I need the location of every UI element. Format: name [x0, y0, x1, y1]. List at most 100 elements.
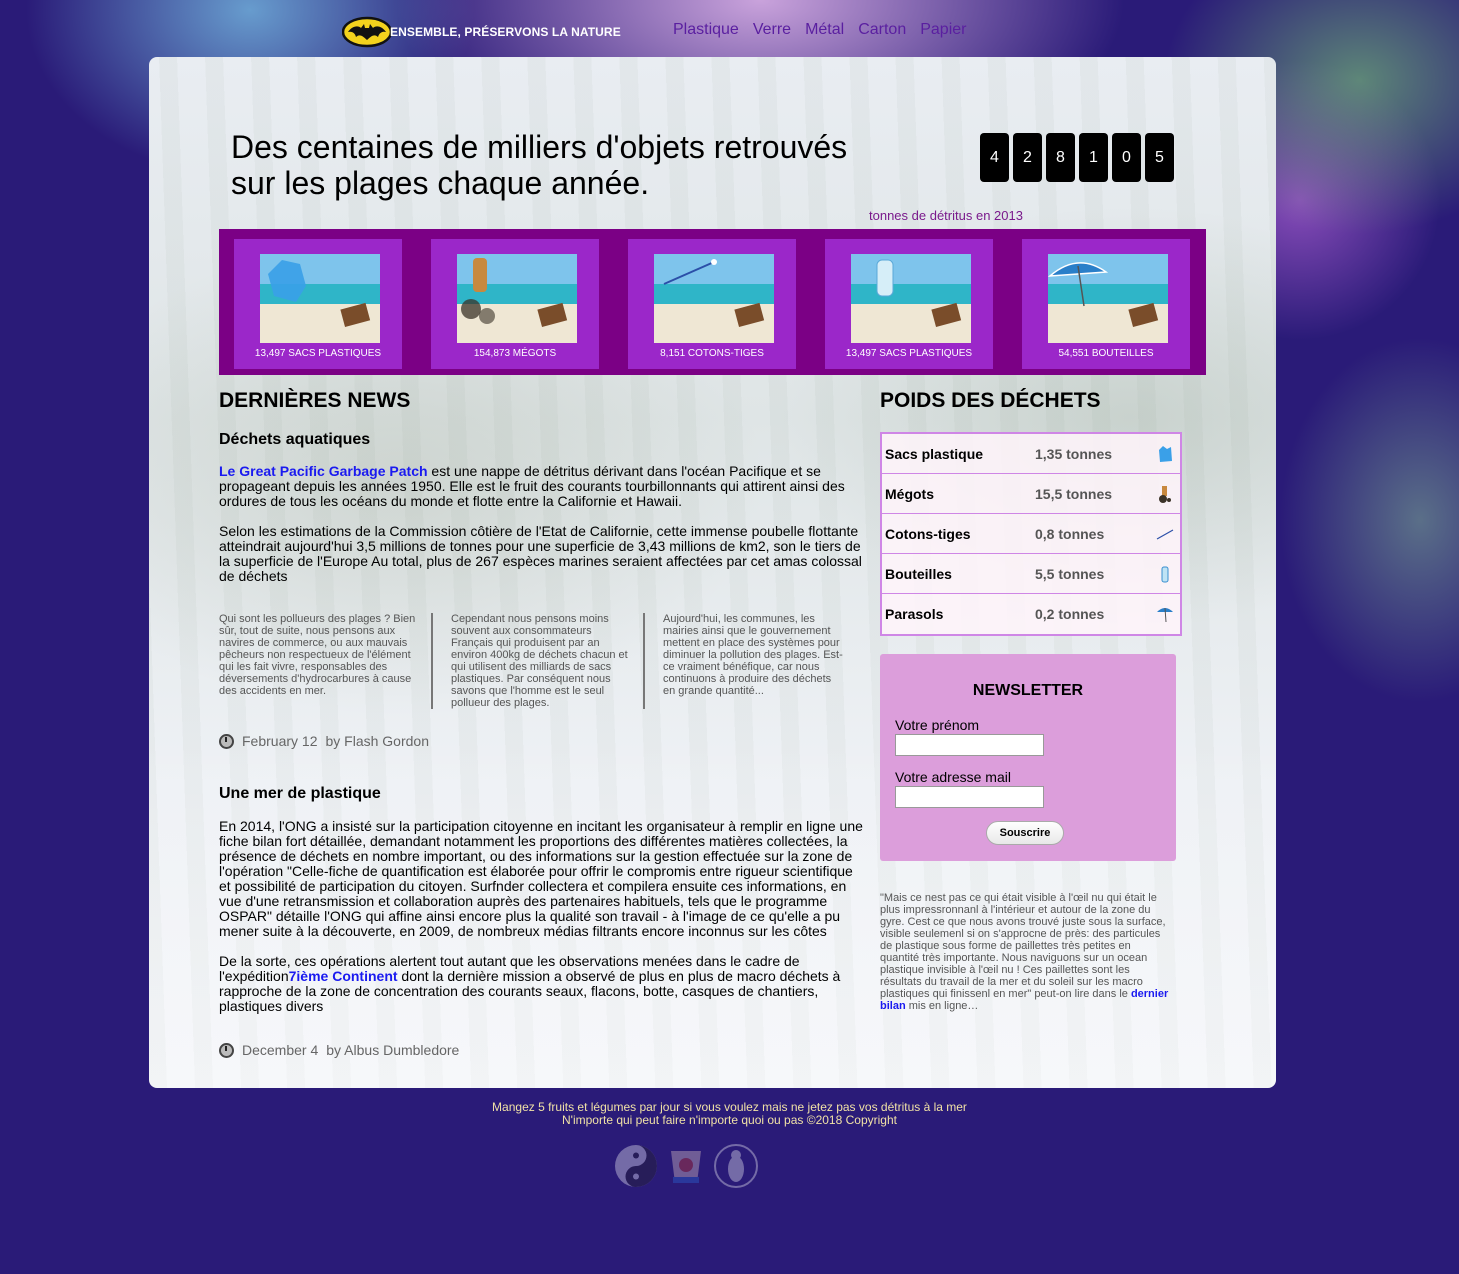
penguin-icon[interactable]	[713, 1143, 759, 1189]
article-column: Aujourd'hui, les communes, les mairies a…	[643, 613, 855, 709]
parasol-icon	[1157, 607, 1173, 623]
article-author: by Flash Gordon	[325, 733, 429, 749]
top-bar: ENSEMBLE, PRÉSERVONS LA NATURE Plastique…	[341, 14, 1042, 50]
nav-link-carton[interactable]: Carton	[858, 21, 906, 39]
article-paragraph: Le Great Pacific Garbage Patch est une n…	[219, 464, 864, 509]
debris-tile[interactable]: 13,497 SACS PLASTIQUES	[825, 239, 993, 369]
weights-row: Cotons-tiges 0,8 tonnes	[882, 514, 1180, 554]
beach-photo	[851, 254, 971, 343]
weights-title: POIDS DES DÉCHETS	[880, 389, 1101, 412]
debris-strip: 13,497 SACS PLASTIQUES 154,873 MÉGOTS 8,…	[219, 229, 1206, 375]
cigarette-butt-icon	[1159, 485, 1171, 503]
waste-weight: 0,2 tonnes	[1035, 606, 1105, 622]
subscribe-button[interactable]: Souscrire	[986, 821, 1064, 845]
cup-icon[interactable]	[663, 1143, 709, 1189]
cotton-swab-icon	[1156, 528, 1174, 540]
footer: Mangez 5 fruits et légumes par jour si v…	[0, 1101, 1459, 1127]
waste-weight: 15,5 tonnes	[1035, 485, 1113, 502]
waste-weight: 5,5 tonnes	[1035, 565, 1105, 582]
beach-photo	[260, 254, 380, 343]
debris-tile[interactable]: 8,151 COTONS-TIGES	[628, 239, 796, 369]
article-author: by Albus Dumbledore	[326, 1042, 460, 1058]
quote-text-end: mis en ligne…	[905, 1000, 979, 1012]
main-nav: Plastique Verre Métal Carton Papier	[673, 21, 966, 39]
counter-digit: 5	[1145, 133, 1174, 182]
debris-tile[interactable]: 154,873 MÉGOTS	[431, 239, 599, 369]
email-label: Votre adresse mail	[895, 769, 1011, 785]
news-section-title: DERNIÈRES NEWS	[219, 389, 411, 412]
beach-photo	[1048, 254, 1168, 343]
tile-caption: 8,151 COTONS-TIGES	[660, 348, 764, 359]
water-bottle-icon	[1161, 566, 1169, 582]
article-meta: February 12 by Flash Gordon	[219, 733, 864, 749]
counter-digit: 8	[1046, 133, 1075, 182]
tile-caption: 13,497 SACS PLASTIQUES	[254, 348, 382, 359]
page-headline: Des centaines de milliers d'objets retro…	[231, 129, 848, 201]
waste-weight: 1,35 tonnes	[1035, 445, 1113, 462]
article-paragraph: Selon les estimations de la Commission c…	[219, 523, 862, 584]
counter-digit: 2	[1013, 133, 1042, 182]
article-title: Une mer de plastique	[219, 785, 381, 802]
article-title: Déchets aquatiques	[219, 431, 371, 448]
waste-name: Sacs plastique	[885, 445, 984, 462]
waste-name: Bouteilles	[885, 565, 952, 582]
bat-logo-icon[interactable]	[341, 16, 393, 48]
email-input[interactable]	[895, 786, 1044, 808]
nav-link-metal[interactable]: Métal	[805, 21, 844, 39]
counter-digit: 0	[1112, 133, 1141, 182]
brand-title[interactable]: ENSEMBLE, PRÉSERVONS LA NATURE	[390, 25, 621, 39]
cigarette-butt-icon	[473, 258, 487, 292]
beach-photo	[654, 254, 774, 343]
waste-name: Parasols	[885, 606, 944, 622]
article-columns: Qui sont les pollueurs des plages ? Bien…	[219, 613, 864, 709]
first-name-input[interactable]	[895, 734, 1044, 756]
waste-name: Mégots	[885, 485, 934, 502]
weights-row: Bouteilles 5,5 tonnes	[882, 554, 1180, 594]
footer-icons	[613, 1143, 759, 1189]
article-paragraph: De la sorte, ces opérations alertent tou…	[219, 954, 864, 1014]
tile-caption: 154,873 MÉGOTS	[473, 348, 557, 359]
weights-heading-wrap: POIDS DES DÉCHETS	[880, 389, 1180, 413]
quote-block: "Mais ce nest pas ce qui était visible à…	[880, 892, 1170, 1012]
article-paragraph: En 2014, l'ONG a insisté sur la particip…	[219, 818, 863, 939]
garbage-patch-link[interactable]: Le Great Pacific Garbage Patch	[219, 463, 428, 479]
footer-line: N'importe qui peut faire n'importe quoi …	[562, 1113, 897, 1127]
water-bottle-icon	[876, 259, 894, 297]
first-name-label: Votre prénom	[895, 717, 980, 733]
counter-digit: 1	[1079, 133, 1108, 182]
article-date: February 12	[242, 733, 318, 749]
clock-icon	[219, 733, 234, 749]
nav-link-plastique[interactable]: Plastique	[673, 21, 739, 39]
news-section: DERNIÈRES NEWS Déchets aquatiques Le Gre…	[219, 389, 864, 1058]
beach-photo	[457, 254, 577, 343]
clock-icon	[219, 1042, 234, 1058]
weights-row: Sacs plastique 1,35 tonnes	[882, 434, 1180, 474]
article-date: December 4	[242, 1042, 319, 1058]
weights-row: Parasols 0,2 tonnes	[882, 594, 1180, 634]
main-card: Des centaines de milliers d'objets retro…	[149, 57, 1276, 1088]
waste-weight: 0,8 tonnes	[1035, 525, 1105, 542]
article-column: Qui sont les pollueurs des plages ? Bien…	[219, 613, 416, 697]
debris-tile[interactable]: 54,551 BOUTEILLES	[1022, 239, 1190, 369]
weights-row: Mégots 15,5 tonnes	[882, 474, 1180, 514]
nav-link-verre[interactable]: Verre	[753, 21, 791, 39]
tile-caption: 13,497 SACS PLASTIQUES	[845, 348, 973, 359]
news-article: Déchets aquatiques Le Great Pacific Garb…	[219, 431, 864, 749]
tonnage-counter: 4 2 8 1 0 5	[980, 133, 1174, 182]
plastic-bag-icon	[1159, 445, 1172, 462]
newsletter-box: NEWSLETTER Votre prénom Votre adresse ma…	[880, 654, 1176, 861]
news-article: Une mer de plastique En 2014, l'ONG a in…	[219, 785, 864, 1058]
article-meta: December 4 by Albus Dumbledore	[219, 1042, 864, 1058]
weights-table: Sacs plastique 1,35 tonnes Mégots 15,5 t…	[880, 432, 1182, 636]
newsletter-title: NEWSLETTER	[972, 682, 1084, 699]
tile-caption: 54,551 BOUTEILLES	[1058, 348, 1154, 359]
seventh-continent-link[interactable]: 7ième Continent	[289, 968, 398, 984]
quote-text: "Mais ce nest pas ce qui était visible à…	[880, 892, 1166, 1000]
waste-name: Cotons-tiges	[885, 525, 971, 542]
debris-tile[interactable]: 13,497 SACS PLASTIQUES	[234, 239, 402, 369]
counter-caption: tonnes de détritus en 2013	[869, 208, 1023, 223]
nav-link-papier[interactable]: Papier	[920, 21, 966, 39]
yin-yang-icon[interactable]	[613, 1143, 659, 1189]
counter-digit: 4	[980, 133, 1009, 182]
article-column: Cependant nous pensons moins souvent aux…	[431, 613, 643, 709]
